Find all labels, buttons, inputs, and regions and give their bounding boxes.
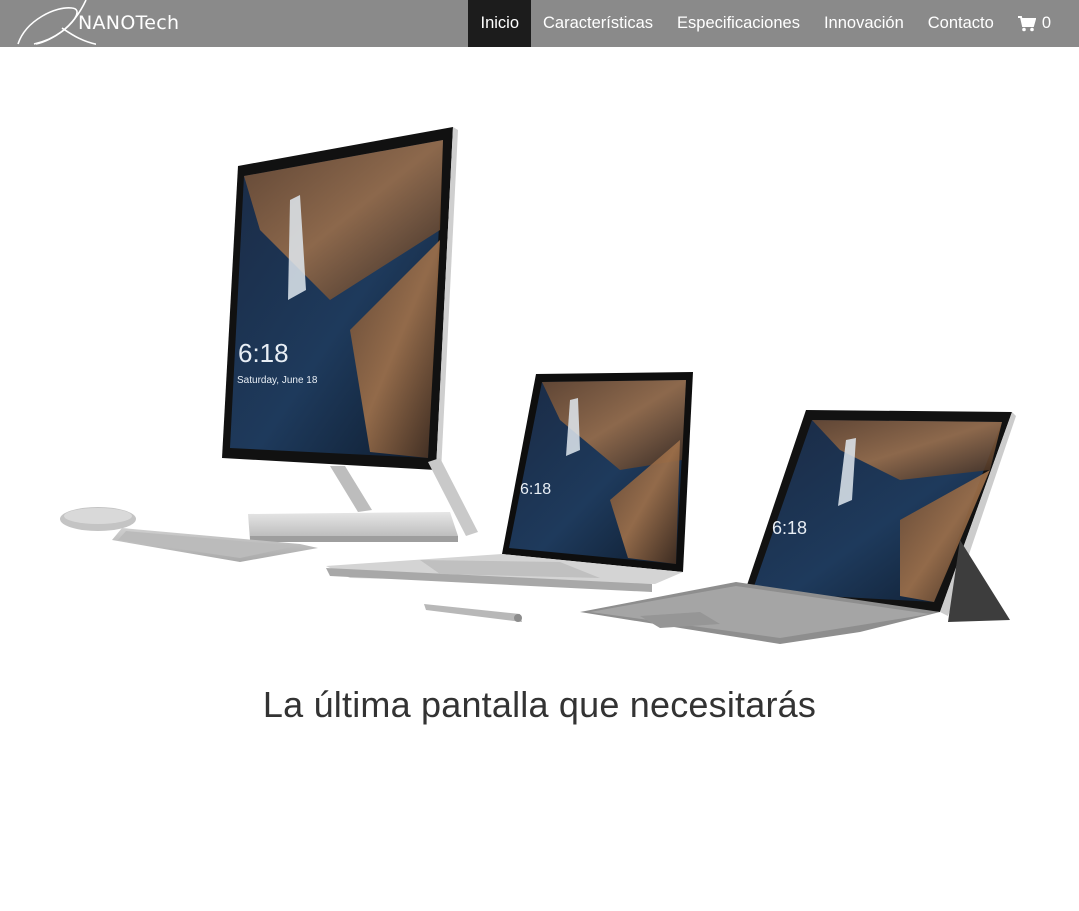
desktop-device: 6:18 Saturday, June 18: [222, 127, 478, 542]
desktop-lock-date: Saturday, June 18: [237, 375, 318, 386]
tablet-lock-time: 6:18: [772, 518, 807, 538]
laptop-lock-time: 6:18: [520, 481, 551, 498]
top-navbar: NANOTech Inicio Características Especifi…: [0, 0, 1079, 47]
nav-item-contacto[interactable]: Contacto: [916, 0, 1006, 47]
cart-count: 0: [1041, 14, 1051, 32]
desktop-lock-time: 6:18: [238, 338, 289, 368]
stylus-pen: [424, 604, 522, 622]
hero-image: 6:18 Saturday, June 18 6:18 6:18: [0, 47, 1079, 667]
brand-name: NANOTech: [78, 12, 180, 34]
nav-item-caracteristicas[interactable]: Características: [531, 0, 665, 47]
cart-button[interactable]: 0: [1006, 0, 1079, 47]
hero-tagline: La última pantalla que necesitarás: [262, 684, 817, 725]
nav-item-innovacion[interactable]: Innovación: [812, 0, 916, 47]
main-nav: Inicio Características Especificaciones …: [468, 0, 1079, 47]
nav-item-especificaciones[interactable]: Especificaciones: [665, 0, 812, 47]
brand-logo[interactable]: NANOTech: [16, 0, 186, 47]
nav-item-inicio[interactable]: Inicio: [468, 0, 532, 47]
cart-icon: [1017, 15, 1036, 31]
